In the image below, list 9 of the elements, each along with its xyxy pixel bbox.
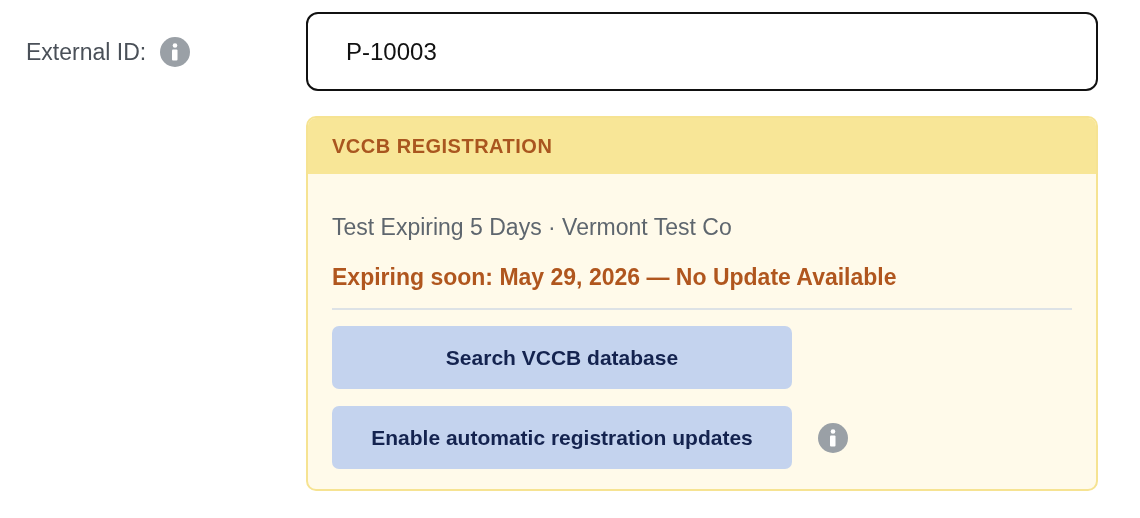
info-icon[interactable] bbox=[818, 422, 848, 453]
registration-name: Test Expiring 5 Days · Vermont Test Co bbox=[332, 213, 733, 242]
panel-title: VCCB REGISTRATION bbox=[332, 134, 553, 158]
external-id-field[interactable]: P-10003 bbox=[306, 12, 1098, 91]
expiry-status: Expiring soon: May 29, 2026 — No Update Available bbox=[332, 263, 898, 292]
info-icon[interactable] bbox=[160, 37, 191, 67]
action-button[interactable]: Search VCCB database bbox=[332, 326, 792, 389]
field-label: External ID: bbox=[26, 38, 147, 67]
action-button[interactable]: Enable automatic registration updates bbox=[332, 406, 792, 469]
